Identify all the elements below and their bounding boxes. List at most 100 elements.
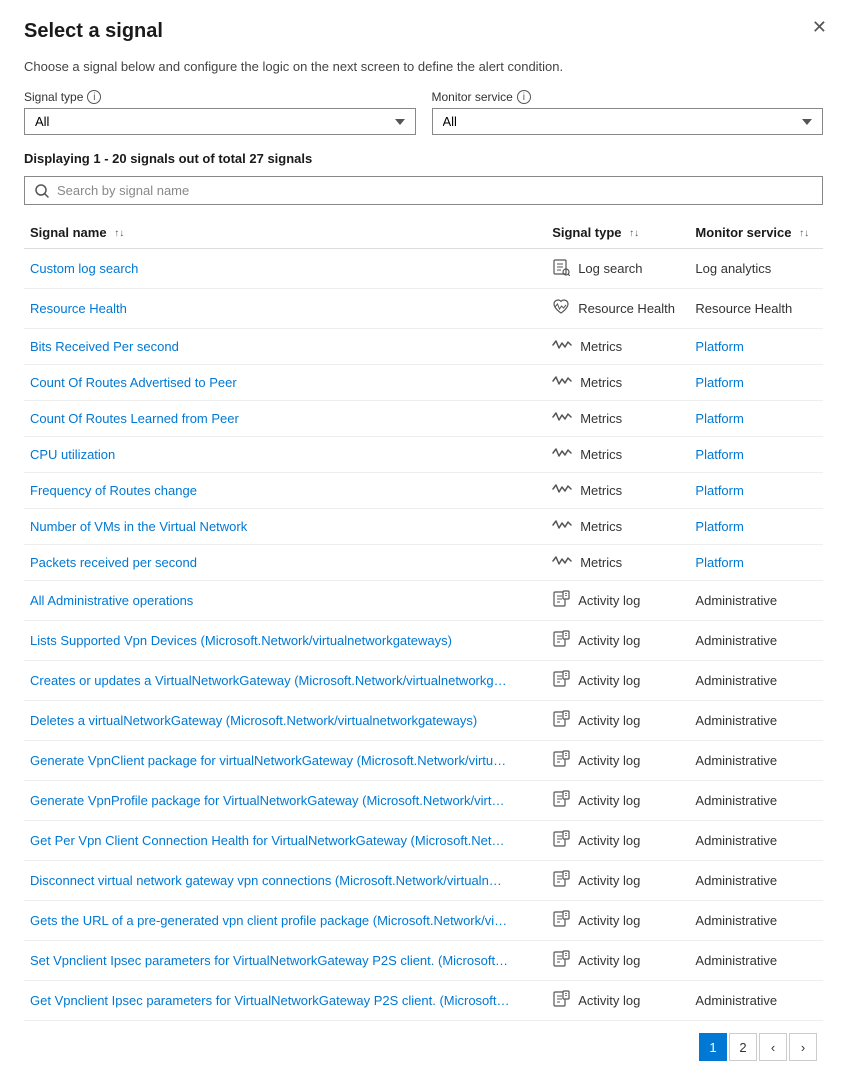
- signal-name-link[interactable]: Deletes a virtualNetworkGateway (Microso…: [30, 713, 477, 728]
- signal-name-sort-icon[interactable]: [114, 228, 124, 239]
- signals-table: Signal name Signal type Monitor service …: [24, 217, 823, 1021]
- signal-name-link[interactable]: Number of VMs in the Virtual Network: [30, 519, 247, 534]
- table-row: Count Of Routes Advertised to Peer Metri…: [24, 365, 823, 401]
- signal-name-link[interactable]: Disconnect virtual network gateway vpn c…: [30, 873, 502, 888]
- signal-type-text: Resource Health: [578, 301, 675, 316]
- signal-name-cell: Custom log search: [24, 249, 546, 289]
- signal-name-link[interactable]: Lists Supported Vpn Devices (Microsoft.N…: [30, 633, 452, 648]
- signal-name-cell: CPU utilization: [24, 437, 546, 473]
- close-button[interactable]: ✕: [812, 18, 827, 36]
- signal-name-cell: Count Of Routes Learned from Peer: [24, 401, 546, 437]
- signal-type-cell: Metrics: [546, 365, 689, 401]
- signal-type-select[interactable]: All: [24, 108, 416, 135]
- monitor-service-cell: Platform: [689, 437, 823, 473]
- table-row: Bits Received Per second MetricsPlatform: [24, 329, 823, 365]
- table-row: Packets received per second Metrics Platf…: [24, 545, 823, 581]
- table-row: Set Vpnclient Ipsec parameters for Virtu…: [24, 941, 823, 981]
- signal-type-cell: Activity log: [546, 901, 689, 941]
- prev-page-button[interactable]: ‹: [759, 1033, 787, 1061]
- signal-name-link[interactable]: Generate VpnProfile package for VirtualN…: [30, 793, 504, 808]
- signal-name-link[interactable]: Generate VpnClient package for virtualNe…: [30, 753, 506, 768]
- monitor-service-cell: Administrative: [689, 781, 823, 821]
- signal-name-link[interactable]: Count Of Routes Advertised to Peer: [30, 375, 237, 390]
- monitor-service-cell: Log analytics: [689, 249, 823, 289]
- monitor-service-text: Platform: [695, 375, 743, 390]
- signal-type-cell: Metrics: [546, 509, 689, 545]
- table-row: Get Per Vpn Client Connection Health for…: [24, 821, 823, 861]
- signal-name-link[interactable]: All Administrative operations: [30, 593, 193, 608]
- signal-name-link[interactable]: Frequency of Routes change: [30, 483, 197, 498]
- signal-name-link[interactable]: CPU utilization: [30, 447, 115, 462]
- signal-name-cell: Lists Supported Vpn Devices (Microsoft.N…: [24, 621, 546, 661]
- signal-type-cell: Activity log: [546, 941, 689, 981]
- signal-name-cell: Get Per Vpn Client Connection Health for…: [24, 821, 546, 861]
- monitor-service-select[interactable]: All: [432, 108, 824, 135]
- signal-name-cell: Resource Health: [24, 289, 546, 329]
- signal-name-cell: Deletes a virtualNetworkGateway (Microso…: [24, 701, 546, 741]
- metric-icon: [552, 374, 572, 391]
- signal-type-text: Metrics: [580, 555, 622, 570]
- table-row: Gets the URL of a pre-generated vpn clie…: [24, 901, 823, 941]
- monitor-service-label: Monitor service i: [432, 90, 824, 104]
- signal-name-cell: All Administrative operations: [24, 581, 546, 621]
- monitor-service-cell: Administrative: [689, 901, 823, 941]
- signal-name-link[interactable]: Custom log search: [30, 261, 138, 276]
- page-1-button[interactable]: 1: [699, 1033, 727, 1061]
- signal-type-text: Metrics: [580, 375, 622, 390]
- panel-title: Select a signal: [24, 20, 823, 43]
- signal-name-link[interactable]: Get Per Vpn Client Connection Health for…: [30, 833, 504, 848]
- col-signal-name: Signal name: [24, 217, 546, 249]
- signal-type-cell: Activity log: [546, 861, 689, 901]
- monitor-service-cell: Platform: [689, 509, 823, 545]
- activity-icon: [552, 910, 570, 931]
- monitor-service-sort-icon[interactable]: [799, 228, 809, 239]
- col-signal-type: Signal type: [546, 217, 689, 249]
- signal-name-cell: Generate VpnProfile package for VirtualN…: [24, 781, 546, 821]
- activity-icon: [552, 870, 570, 891]
- signal-type-text: Metrics: [580, 447, 622, 462]
- page-2-button[interactable]: 2: [729, 1033, 757, 1061]
- monitor-service-text: Platform: [695, 555, 743, 570]
- signal-type-sort-icon[interactable]: [629, 228, 639, 239]
- signal-name-link[interactable]: Gets the URL of a pre-generated vpn clie…: [30, 913, 507, 928]
- table-row: Deletes a virtualNetworkGateway (Microso…: [24, 701, 823, 741]
- monitor-service-text: Administrative: [695, 833, 777, 848]
- metric-icon: [552, 482, 572, 499]
- monitor-service-cell: Resource Health: [689, 289, 823, 329]
- monitor-service-text: Log analytics: [695, 261, 771, 276]
- monitor-service-cell: Administrative: [689, 661, 823, 701]
- signal-type-text: Activity log: [578, 873, 640, 888]
- search-box: [24, 176, 823, 205]
- signal-type-cell: Activity log: [546, 781, 689, 821]
- activity-icon: [552, 670, 570, 691]
- signal-name-cell: Number of VMs in the Virtual Network: [24, 509, 546, 545]
- signal-name-cell: Count Of Routes Advertised to Peer: [24, 365, 546, 401]
- signal-type-info-icon[interactable]: i: [87, 90, 101, 104]
- signal-name-cell: Frequency of Routes change: [24, 473, 546, 509]
- table-row: Resource Health Resource Health Resource …: [24, 289, 823, 329]
- signal-name-link[interactable]: Count Of Routes Learned from Peer: [30, 411, 239, 426]
- table-row: Disconnect virtual network gateway vpn c…: [24, 861, 823, 901]
- signal-name-link[interactable]: Set Vpnclient Ipsec parameters for Virtu…: [30, 953, 508, 968]
- signal-name-link[interactable]: Bits Received Per second: [30, 339, 179, 354]
- signal-name-link[interactable]: Creates or updates a VirtualNetworkGatew…: [30, 673, 507, 688]
- monitor-service-text: Administrative: [695, 593, 777, 608]
- signal-type-cell: Metrics: [546, 545, 689, 581]
- signal-type-cell: Metrics: [546, 473, 689, 509]
- signal-name-link[interactable]: Get Vpnclient Ipsec parameters for Virtu…: [30, 993, 510, 1008]
- search-input[interactable]: [57, 183, 812, 198]
- signal-type-text: Activity log: [578, 993, 640, 1008]
- monitor-service-text: Platform: [695, 519, 743, 534]
- signal-type-text: Metrics: [580, 339, 622, 354]
- signal-name-link[interactable]: Packets received per second: [30, 555, 197, 570]
- signal-name-link[interactable]: Resource Health: [30, 301, 127, 316]
- signal-name-cell: Gets the URL of a pre-generated vpn clie…: [24, 901, 546, 941]
- signal-type-text: Activity log: [578, 753, 640, 768]
- next-page-button[interactable]: ›: [789, 1033, 817, 1061]
- activity-icon: [552, 790, 570, 811]
- table-row: Number of VMs in the Virtual Network Met…: [24, 509, 823, 545]
- metric-icon: [552, 410, 572, 427]
- monitor-service-info-icon[interactable]: i: [517, 90, 531, 104]
- signal-type-cell: Activity log: [546, 581, 689, 621]
- health-icon: [552, 298, 570, 319]
